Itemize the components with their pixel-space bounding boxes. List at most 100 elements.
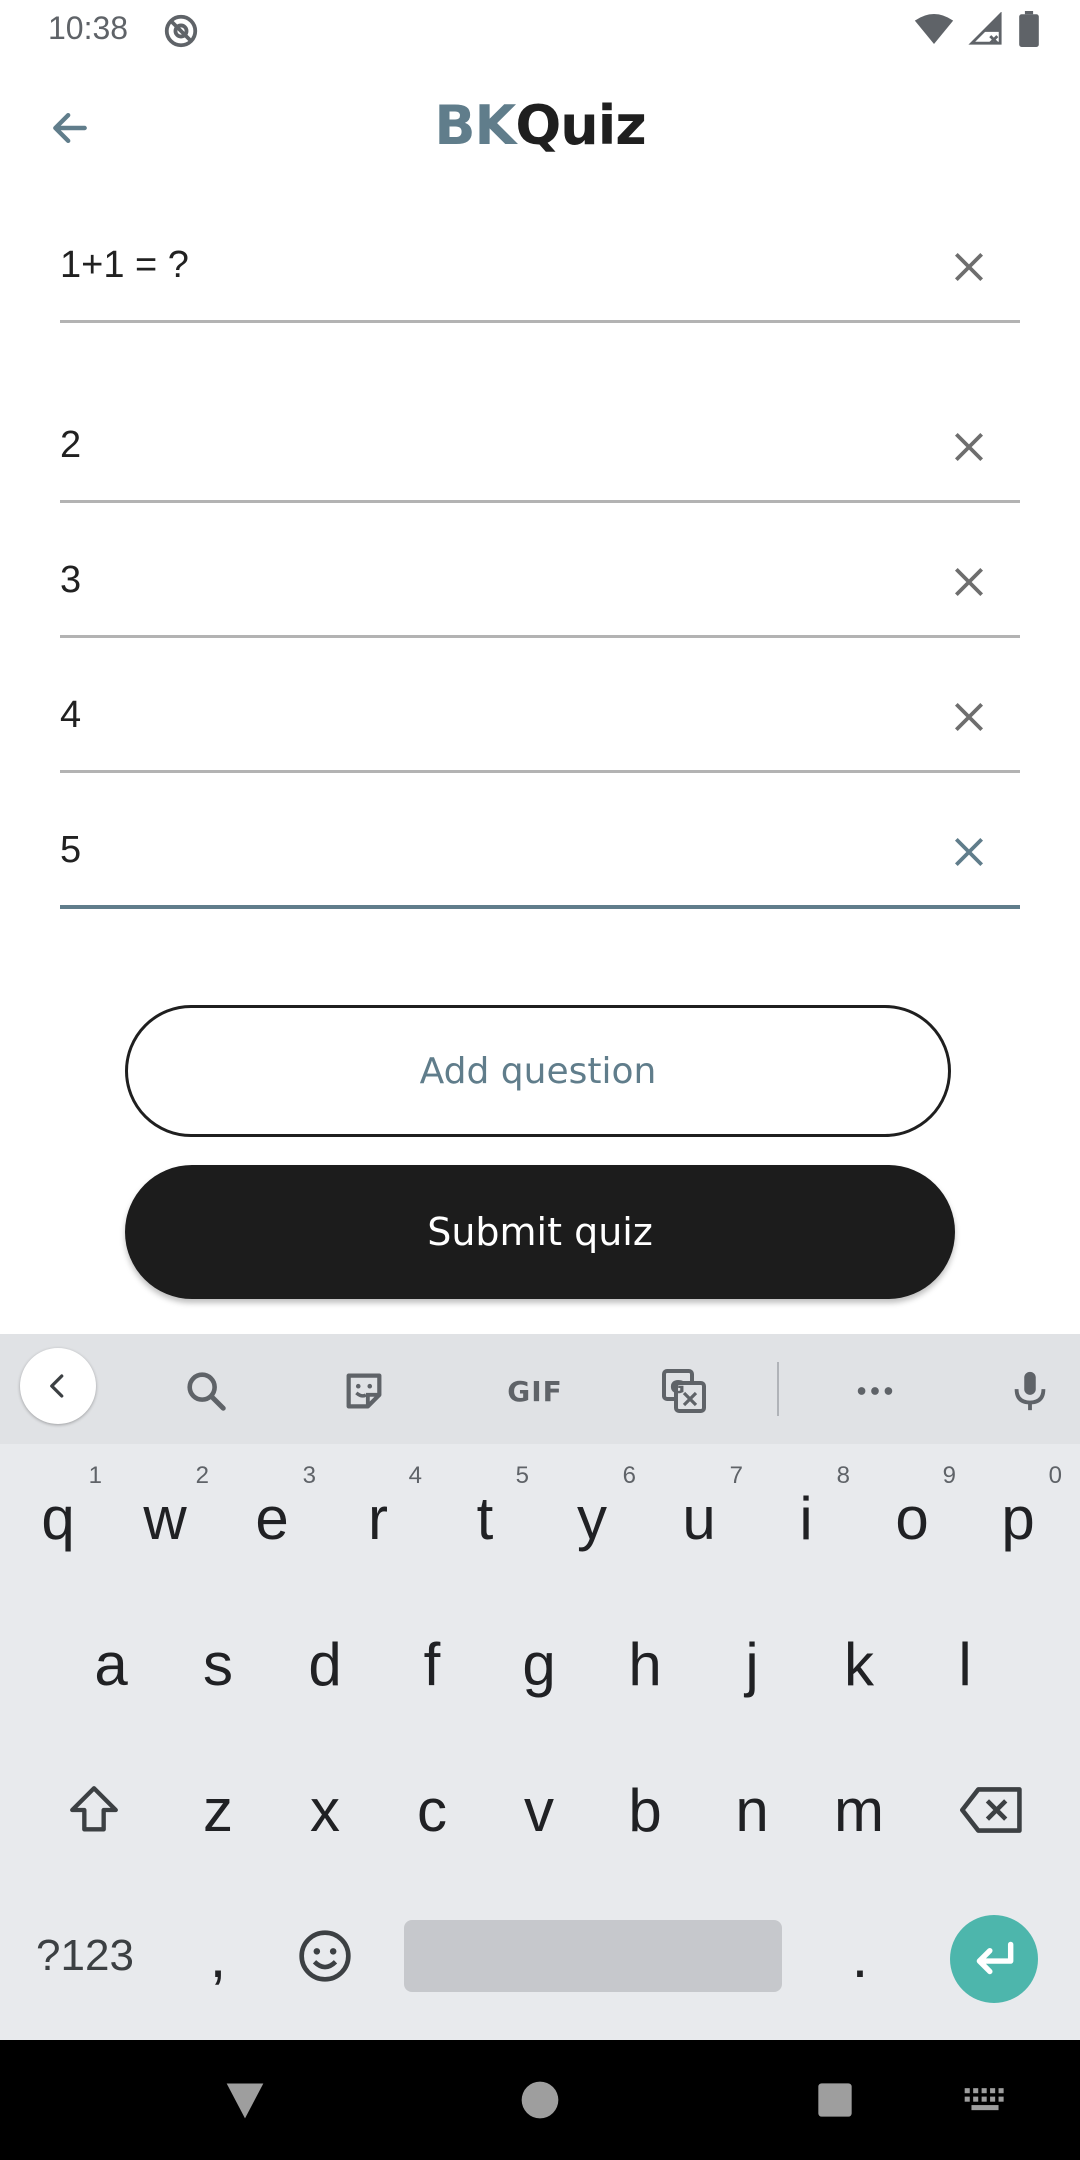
- key-t[interactable]: t5: [433, 1454, 537, 1582]
- keyboard-search-button[interactable]: [171, 1356, 241, 1426]
- spacebar-key[interactable]: [404, 1920, 782, 1992]
- key-y[interactable]: y6: [540, 1454, 644, 1582]
- emoji-key[interactable]: [273, 1892, 377, 2020]
- key-u[interactable]: u7: [647, 1454, 751, 1582]
- key-letter: l: [958, 1630, 972, 1698]
- answer-field-1[interactable]: 2: [60, 400, 1020, 503]
- key-d[interactable]: d: [273, 1600, 377, 1728]
- shift-key[interactable]: [34, 1746, 154, 1874]
- keyboard-gif-button[interactable]: GIF: [485, 1356, 585, 1426]
- nav-keyboard-button[interactable]: [955, 2070, 1015, 2130]
- backspace-key[interactable]: [932, 1746, 1052, 1874]
- answer-field-4[interactable]: 5: [60, 805, 1020, 909]
- key-letter: b: [628, 1776, 662, 1844]
- key-hint: 1: [88, 1462, 102, 1489]
- key-o[interactable]: o9: [860, 1454, 964, 1582]
- enter-key[interactable]: [950, 1915, 1038, 2003]
- key-z[interactable]: z: [166, 1746, 270, 1874]
- key-letter: n: [735, 1776, 769, 1844]
- key-w[interactable]: w2: [113, 1454, 217, 1582]
- close-icon: [954, 837, 984, 867]
- key-j[interactable]: j: [700, 1600, 804, 1728]
- keyboard-voice-button[interactable]: [995, 1356, 1065, 1426]
- keyboard-more-button[interactable]: [840, 1356, 910, 1426]
- key-b[interactable]: b: [593, 1746, 697, 1874]
- nav-recents-button[interactable]: [805, 2070, 865, 2130]
- key-letter: r: [368, 1484, 388, 1552]
- key-q[interactable]: q1: [6, 1454, 110, 1582]
- keyboard-translate-button[interactable]: G: [649, 1356, 719, 1426]
- clear-answer-button[interactable]: [944, 557, 994, 607]
- key-x[interactable]: x: [273, 1746, 377, 1874]
- key-letter: o: [895, 1484, 929, 1552]
- add-question-button[interactable]: Add question: [125, 1005, 951, 1137]
- svg-text:G: G: [670, 1377, 685, 1398]
- key-g[interactable]: g: [487, 1600, 591, 1728]
- submit-quiz-button[interactable]: Submit quiz: [125, 1165, 955, 1299]
- key-k[interactable]: k: [807, 1600, 911, 1728]
- key-hint: 4: [408, 1462, 422, 1489]
- answer-input-value: 2: [60, 424, 82, 466]
- microphone-icon: [1014, 1371, 1046, 1411]
- shift-icon: [70, 1786, 118, 1832]
- key-s[interactable]: s: [166, 1600, 270, 1728]
- period-key[interactable]: .: [808, 1892, 912, 2020]
- key-r[interactable]: r4: [326, 1454, 430, 1582]
- app-title-suffix: Quiz: [515, 94, 646, 157]
- key-hint: 2: [195, 1462, 209, 1489]
- chevron-left-icon: [50, 1374, 64, 1398]
- emoji-icon: [299, 1930, 351, 1982]
- key-letter: y: [577, 1484, 607, 1552]
- key-letter: u: [682, 1484, 716, 1552]
- key-letter: d: [308, 1630, 342, 1698]
- key-hint: 7: [729, 1462, 743, 1489]
- nav-home-button[interactable]: [510, 2070, 570, 2130]
- answer-input-value: 5: [60, 829, 82, 871]
- question-field[interactable]: 1+1 = ?: [60, 220, 1020, 323]
- key-letter: j: [745, 1630, 759, 1698]
- key-i[interactable]: i8: [754, 1454, 858, 1582]
- clear-answer-button[interactable]: [944, 827, 994, 877]
- nav-back-button[interactable]: [215, 2070, 275, 2130]
- key-p[interactable]: p0: [966, 1454, 1070, 1582]
- comma-key[interactable]: ,: [166, 1892, 270, 2020]
- key-a[interactable]: a: [59, 1600, 163, 1728]
- key-letter: k: [844, 1630, 874, 1698]
- answer-field-2[interactable]: 3: [60, 535, 1020, 638]
- keyboard-sticker-button[interactable]: [329, 1356, 399, 1426]
- status-icons: [914, 11, 1040, 51]
- key-f[interactable]: f: [380, 1600, 484, 1728]
- status-time: 10:38: [48, 10, 129, 46]
- circle-home-icon: [521, 2081, 559, 2119]
- toolbar-divider: [777, 1362, 779, 1416]
- battery-icon: [1018, 11, 1040, 51]
- answer-input-value: 3: [60, 559, 82, 601]
- key-e[interactable]: e3: [220, 1454, 324, 1582]
- close-icon: [954, 432, 984, 462]
- clear-answer-button[interactable]: [944, 422, 994, 472]
- clear-question-button[interactable]: [944, 242, 994, 292]
- key-m[interactable]: m: [807, 1746, 911, 1874]
- search-icon: [187, 1372, 226, 1411]
- enter-icon: [976, 1941, 1014, 1975]
- key-h[interactable]: h: [593, 1600, 697, 1728]
- keyboard-collapse-button[interactable]: [20, 1348, 96, 1424]
- key-hint: 0: [1048, 1462, 1062, 1489]
- key-letter: h: [628, 1630, 662, 1698]
- answer-field-3[interactable]: 4: [60, 670, 1020, 773]
- symbols-key[interactable]: ?123: [20, 1892, 150, 2020]
- key-l[interactable]: l: [913, 1600, 1017, 1728]
- status-bar: 10:38: [0, 0, 1080, 62]
- close-icon: [954, 567, 984, 597]
- key-hint: 8: [836, 1462, 850, 1489]
- key-letter: t: [476, 1484, 494, 1552]
- key-letter: c: [417, 1776, 447, 1844]
- key-letter: x: [310, 1776, 340, 1844]
- key-n[interactable]: n: [700, 1746, 804, 1874]
- clear-answer-button[interactable]: [944, 692, 994, 742]
- key-v[interactable]: v: [487, 1746, 591, 1874]
- key-hint: 5: [515, 1462, 529, 1489]
- more-horizontal-icon: [857, 1387, 893, 1395]
- key-c[interactable]: c: [380, 1746, 484, 1874]
- close-icon: [954, 252, 984, 282]
